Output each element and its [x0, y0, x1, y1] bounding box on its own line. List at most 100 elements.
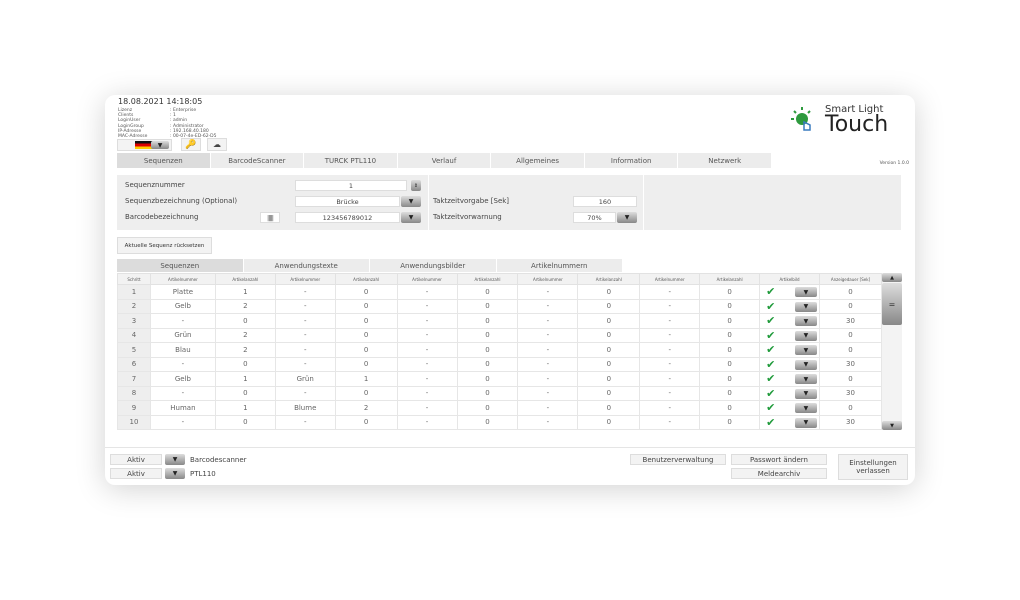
table-cell[interactable]: 30 [818, 385, 883, 401]
table-cell[interactable]: - [396, 327, 458, 343]
table-cell[interactable]: 0 [214, 356, 276, 372]
chevron-down-icon[interactable]: ▼ [794, 301, 817, 312]
subtab-anwendungsbilder[interactable]: Anwendungsbilder [370, 259, 497, 272]
table-cell[interactable]: 0 [699, 284, 761, 300]
table-cell[interactable]: Blau [149, 342, 216, 358]
chevron-down-icon[interactable]: ▼ [165, 454, 185, 465]
table-cell[interactable]: 0 [577, 356, 641, 372]
ptl110-status[interactable]: Aktiv [110, 468, 162, 479]
table-cell[interactable]: 0 [818, 298, 883, 314]
table-row[interactable]: 2 Gelb 2-0-0-0-0 ✔ ▼ 0 [117, 298, 883, 314]
table-cell[interactable]: 0 [818, 371, 883, 387]
message-archive-button[interactable]: Meldearchiv [731, 468, 827, 479]
table-row[interactable]: 9 Human 1 Blume 2-0-0-0 ✔ ▼ 0 [117, 400, 883, 416]
table-cell[interactable]: - [639, 327, 701, 343]
table-cell[interactable]: 30 [818, 414, 883, 430]
chevron-down-icon[interactable]: ▼ [794, 330, 817, 341]
table-cell[interactable]: Gelb [149, 371, 216, 387]
user-management-button[interactable]: Benutzerverwaltung [630, 454, 726, 465]
table-cell[interactable]: 0 [456, 298, 519, 314]
table-cell[interactable]: 0 [456, 342, 519, 358]
scrollbar[interactable]: ▲ = ▼ [882, 273, 902, 430]
chevron-down-icon[interactable]: ▼ [401, 196, 421, 207]
table-cell[interactable]: 0 [699, 356, 761, 372]
table-cell[interactable]: 2 [214, 342, 276, 358]
table-cell[interactable]: - [274, 313, 336, 329]
table-cell[interactable]: 0 [334, 342, 398, 358]
chevron-down-icon[interactable]: ▼ [794, 316, 817, 326]
table-cell[interactable]: - [274, 414, 336, 430]
table-cell[interactable]: 0 [699, 298, 761, 314]
table-cell[interactable]: 0 [334, 327, 398, 343]
table-cell[interactable]: 0 [456, 284, 519, 300]
table-cell[interactable]: - [396, 284, 458, 300]
table-cell[interactable]: 0 [699, 400, 761, 416]
table-cell[interactable]: - [396, 414, 458, 430]
chevron-down-icon[interactable]: ▼ [794, 359, 817, 370]
table-cell[interactable]: - [639, 313, 701, 329]
exit-settings-button[interactable]: Einstellungen verlassen [838, 454, 908, 480]
table-cell[interactable]: Human [149, 400, 216, 416]
table-cell[interactable]: 0 [818, 284, 883, 300]
table-cell[interactable]: 0 [456, 356, 519, 372]
table-cell[interactable]: - [396, 400, 458, 416]
table-cell[interactable]: 0 [577, 342, 641, 358]
table-cell[interactable]: - [517, 414, 579, 430]
table-cell[interactable]: - [517, 371, 579, 387]
table-cell[interactable]: 0 [456, 371, 519, 387]
table-cell[interactable]: - [639, 385, 701, 401]
subtab-sequenzen[interactable]: Sequenzen [117, 259, 244, 272]
tab-turck-ptl110[interactable]: TURCK PTL110 [304, 153, 398, 168]
table-cell[interactable]: 0 [699, 342, 761, 358]
table-cell[interactable]: - [274, 327, 336, 343]
artikelbild-cell[interactable]: ✔ ▼ [759, 313, 820, 329]
reset-sequence-button[interactable]: Aktuelle Sequenz rücksetzen [117, 237, 212, 254]
table-row[interactable]: 5 Blau 2-0-0-0-0 ✔ ▼ 0 [117, 342, 883, 358]
artikelbild-cell[interactable]: ✔ ▼ [759, 414, 820, 430]
cloud-icon[interactable]: ☁ [207, 138, 227, 151]
table-cell[interactable]: 0 [334, 385, 398, 401]
table-cell[interactable]: 2 [214, 327, 276, 343]
table-cell[interactable]: 0 [577, 400, 641, 416]
table-cell[interactable]: 0 [334, 313, 398, 329]
chevron-down-icon[interactable]: ▼ [794, 345, 817, 355]
table-cell[interactable]: - [274, 356, 336, 372]
table-cell[interactable]: 0 [334, 414, 398, 430]
table-cell[interactable]: - [396, 342, 458, 358]
chevron-down-icon[interactable]: ▼ [165, 468, 185, 479]
table-cell[interactable]: - [639, 284, 701, 300]
barcodescanner-status[interactable]: Aktiv [110, 454, 162, 465]
table-cell[interactable]: - [149, 414, 216, 430]
table-cell[interactable]: - [639, 342, 701, 358]
table-cell[interactable]: 0 [577, 371, 641, 387]
table-cell[interactable]: 0 [818, 327, 883, 343]
table-cell[interactable]: - [396, 371, 458, 387]
artikelbild-cell[interactable]: ✔ ▼ [759, 356, 820, 372]
table-cell[interactable]: 0 [456, 400, 519, 416]
tab-information[interactable]: Information [584, 153, 679, 168]
warn-select[interactable]: 70% [573, 212, 616, 223]
table-cell[interactable]: - [274, 342, 336, 358]
table-cell[interactable]: - [274, 284, 336, 300]
table-cell[interactable]: 0 [456, 414, 519, 430]
table-cell[interactable]: - [517, 385, 579, 401]
table-cell[interactable]: 0 [577, 327, 641, 343]
table-cell[interactable]: - [149, 313, 216, 329]
table-cell[interactable]: Grün [149, 327, 216, 343]
chevron-down-icon[interactable]: ▼ [794, 374, 817, 384]
table-cell[interactable]: - [639, 298, 701, 314]
table-cell[interactable]: - [517, 342, 579, 358]
table-cell[interactable]: 0 [577, 313, 641, 329]
table-cell[interactable]: - [517, 313, 579, 329]
seq-nr-input[interactable]: 1 [295, 180, 407, 191]
chevron-down-icon[interactable]: ▼ [794, 287, 817, 297]
artikelbild-cell[interactable]: ✔ ▼ [759, 400, 820, 416]
table-cell[interactable]: - [149, 385, 216, 401]
table-cell[interactable]: - [517, 356, 579, 372]
scroll-up-icon[interactable]: ▲ [882, 273, 902, 282]
tab-barcodescanner[interactable]: BarcodeScanner [210, 153, 305, 168]
table-cell[interactable]: - [274, 385, 336, 401]
table-cell[interactable]: 1 [214, 400, 276, 416]
table-cell[interactable]: 0 [214, 313, 276, 329]
table-cell[interactable]: 1 [214, 284, 276, 300]
